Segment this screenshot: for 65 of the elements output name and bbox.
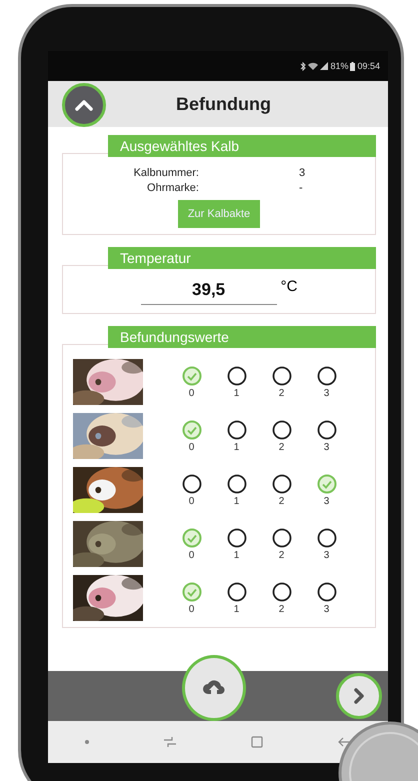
unit-label: °C <box>280 278 298 295</box>
battery-percent: 81% <box>330 61 348 71</box>
temperature-field[interactable]: 39,5 <box>140 276 277 305</box>
home-icon[interactable] <box>251 736 263 748</box>
section-heading: Befundungswerte <box>108 326 376 348</box>
recent-apps-icon[interactable] <box>163 736 177 748</box>
option-label: 1 <box>234 604 240 614</box>
option-label: 3 <box>324 442 330 452</box>
battery-icon <box>350 62 356 70</box>
radio-button[interactable] <box>226 528 246 548</box>
radio-button[interactable] <box>272 474 292 494</box>
option-label: 1 <box>234 442 240 452</box>
section-heading: Ausgewähltes Kalb <box>108 135 376 157</box>
option-label: 3 <box>324 388 330 398</box>
signal-icon <box>320 62 328 70</box>
option-label: 1 <box>234 550 240 560</box>
option-label: 0 <box>188 550 194 560</box>
checked-radio[interactable] <box>182 582 202 602</box>
radio-button[interactable] <box>226 474 246 494</box>
option-label: 2 <box>278 388 284 398</box>
option-label: 2 <box>278 442 284 452</box>
option-label: 1 <box>234 388 240 398</box>
option-label: 2 <box>278 550 284 560</box>
field-label: Ohrmarke: <box>146 181 199 196</box>
option-label: 3 <box>324 550 330 560</box>
radio-button[interactable] <box>226 420 246 440</box>
field-label: Kalbnummer: <box>132 166 199 181</box>
option-label: 3 <box>324 604 330 614</box>
radio-button[interactable] <box>272 582 292 602</box>
chevron-up-icon <box>75 99 93 111</box>
cloud-upload-icon <box>202 679 226 697</box>
option-label: 0 <box>188 388 194 398</box>
screen-title: Befundung <box>176 94 271 114</box>
radio-button[interactable] <box>226 582 246 602</box>
option-label: 0 <box>188 496 194 506</box>
checked-radio[interactable] <box>316 474 336 494</box>
radio-button[interactable] <box>272 420 292 440</box>
clock: 09:54 <box>357 61 380 71</box>
checked-radio[interactable] <box>182 366 202 386</box>
scroll-up-button[interactable] <box>62 83 106 127</box>
section-heading: Temperatur <box>108 247 376 269</box>
dot-icon[interactable] <box>85 740 89 744</box>
radio-button[interactable] <box>316 528 336 548</box>
field-value: - <box>299 181 303 196</box>
radio-button[interactable] <box>316 420 336 440</box>
radio-button[interactable] <box>316 582 336 602</box>
option-label: 1 <box>234 496 240 506</box>
bluetooth-icon <box>300 62 306 70</box>
next-button[interactable] <box>336 673 382 719</box>
wifi-icon <box>308 62 318 70</box>
checked-radio[interactable] <box>182 528 202 548</box>
radio-button[interactable] <box>182 474 202 494</box>
chevron-right-icon <box>353 688 365 704</box>
option-label: 0 <box>188 604 194 614</box>
checked-radio[interactable] <box>182 420 202 440</box>
option-label: 2 <box>278 496 284 506</box>
option-label: 3 <box>324 496 330 506</box>
radio-button[interactable] <box>272 528 292 548</box>
radio-button[interactable] <box>316 366 336 386</box>
radio-button[interactable] <box>226 366 246 386</box>
back-icon[interactable] <box>337 736 351 748</box>
option-label: 0 <box>188 442 194 452</box>
option-label: 2 <box>278 604 284 614</box>
radio-button[interactable] <box>272 366 292 386</box>
field-value: 3 <box>299 166 306 181</box>
